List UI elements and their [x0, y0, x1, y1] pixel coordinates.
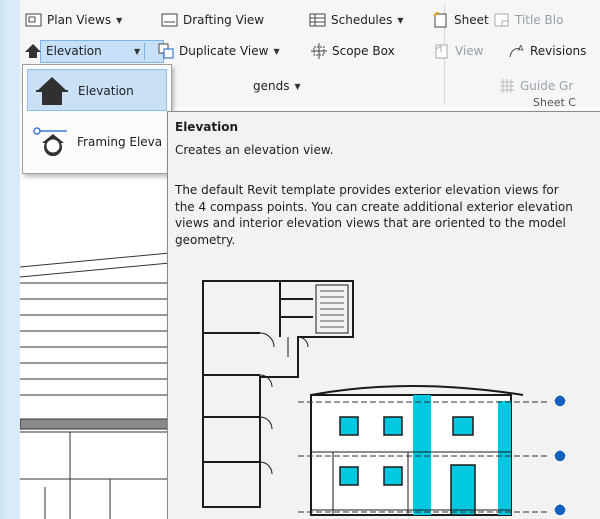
legends-label: gends: [253, 79, 290, 93]
framing-elevation-icon: [33, 126, 69, 158]
title-block-button[interactable]: Title Blo: [493, 9, 563, 31]
revisions-button[interactable]: A Revisions: [508, 40, 586, 62]
tooltip-description: Creates an elevation view.: [175, 143, 334, 157]
menu-item-label: Framing Eleva: [77, 135, 163, 149]
drafting-view-button[interactable]: Drafting View: [161, 9, 264, 31]
drafting-view-label: Drafting View: [183, 13, 265, 27]
elevation-tooltip: Elevation Creates an elevation view. The…: [167, 111, 600, 519]
guide-grid-label: Guide Gr: [520, 79, 574, 93]
schedules-button[interactable]: Schedules ▼: [309, 9, 404, 31]
elevation-small-icon: [24, 43, 42, 59]
elevation-marker-icons: [553, 394, 567, 517]
duplicate-view-button[interactable]: Duplicate View ▼: [157, 40, 280, 62]
menu-item-framing-elevation[interactable]: Framing Eleva: [27, 121, 167, 163]
plan-views-button[interactable]: Plan Views ▼: [25, 9, 122, 31]
scope-box-icon: [310, 43, 328, 59]
menu-item-label: Elevation: [78, 84, 134, 98]
scope-box-label: Scope Box: [332, 44, 395, 58]
sheet-button[interactable]: Sheet: [432, 9, 489, 31]
view-label: View: [455, 44, 484, 58]
elevation-dropdown-menu: Elevation Framing Eleva: [22, 64, 172, 174]
menu-item-elevation[interactable]: Elevation: [27, 69, 167, 111]
legends-button[interactable]: gends ▼: [253, 75, 301, 97]
drafting-view-icon: [161, 12, 179, 28]
sheet-icon: [432, 11, 450, 28]
elevation-button[interactable]: Elevation: [24, 40, 102, 62]
scope-box-button[interactable]: Scope Box: [310, 40, 395, 62]
chevron-down-icon: ▼: [116, 15, 123, 25]
plan-views-label: Plan Views: [47, 13, 112, 27]
chevron-down-icon: ▼: [294, 81, 301, 91]
svg-text:A: A: [518, 44, 524, 53]
chevron-down-icon: ▼: [273, 46, 280, 56]
revit-window: Plan Views ▼ Drafting View Schedules ▼ S…: [0, 0, 600, 519]
duplicate-view-icon: [157, 43, 175, 59]
sheet-label: Sheet: [454, 13, 489, 27]
duplicate-view-label: Duplicate View: [179, 44, 269, 58]
tooltip-illustration: [202, 280, 567, 517]
tooltip-body: The default Revit template provides exte…: [175, 183, 573, 247]
revisions-label: Revisions: [530, 44, 587, 58]
chevron-down-icon: ▼: [397, 15, 404, 25]
split-divider: [144, 43, 145, 60]
tooltip-title: Elevation: [175, 120, 239, 134]
plan-views-icon: [25, 12, 43, 28]
schedules-icon: [309, 12, 327, 28]
revisions-icon: A: [508, 43, 526, 59]
elevation-dropdown-toggle[interactable]: ▼: [129, 40, 140, 62]
elevation-icon: [34, 75, 70, 107]
chevron-down-icon: ▼: [134, 46, 141, 56]
guide-grid-icon: [498, 78, 516, 94]
title-block-icon: [493, 12, 511, 28]
schedules-label: Schedules: [331, 13, 393, 27]
view-icon: [433, 43, 451, 59]
view-button[interactable]: View: [433, 40, 483, 62]
elevation-label: Elevation: [46, 44, 102, 58]
title-block-label: Title Blo: [515, 13, 564, 27]
guide-grid-button[interactable]: Guide Gr: [498, 75, 573, 97]
